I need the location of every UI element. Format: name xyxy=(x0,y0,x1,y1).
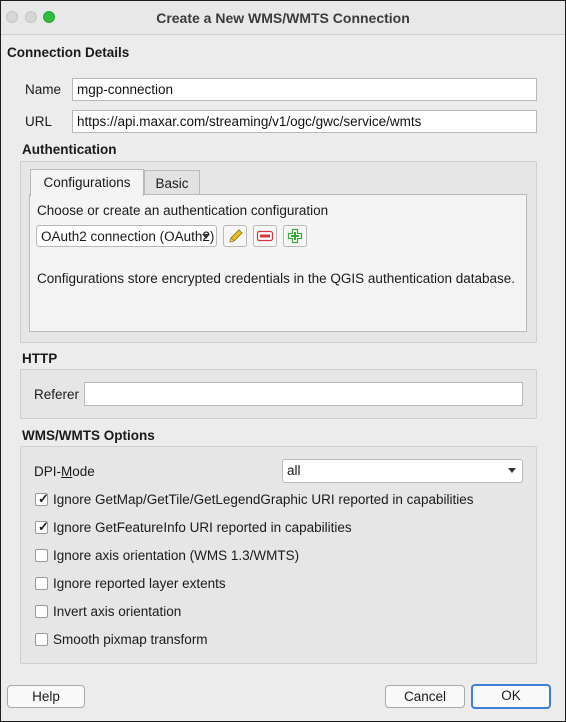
ignore-getmap-uri-checkbox[interactable]: ✓ xyxy=(35,491,49,506)
referer-input[interactable] xyxy=(84,382,523,406)
ignore-axis-orientation-checkbox[interactable] xyxy=(35,549,48,562)
wms-options-heading: WMS/WMTS Options xyxy=(22,428,155,443)
smooth-pixmap-transform-label: Smooth pixmap transform xyxy=(53,632,208,647)
add-config-button[interactable] xyxy=(283,225,307,247)
plus-icon xyxy=(287,228,303,244)
auth-info-text: Configurations store encrypted credentia… xyxy=(37,271,516,286)
dpi-mode-label-start: DPI- xyxy=(34,464,61,479)
ignore-getmap-uri-checkbox-row[interactable]: ✓ Ignore GetMap/GetTile/GetLegendGraphic… xyxy=(34,491,524,513)
auth-config-select-value: OAuth2 connection (OAuth2) xyxy=(41,229,215,244)
chevron-down-icon xyxy=(508,468,516,473)
http-heading: HTTP xyxy=(22,351,58,366)
dpi-mode-label: DPI-Mode xyxy=(34,464,95,479)
ignore-layer-extents-checkbox[interactable] xyxy=(35,577,48,590)
remove-config-button[interactable] xyxy=(253,225,277,247)
ignore-getfeatureinfo-uri-checkbox[interactable]: ✓ xyxy=(35,519,49,534)
invert-axis-orientation-checkbox-row[interactable]: Invert axis orientation xyxy=(34,603,524,625)
name-input[interactable]: mgp-connection xyxy=(72,78,537,101)
dpi-mode-select-value: all xyxy=(287,463,301,478)
tab-basic[interactable]: Basic xyxy=(144,170,200,195)
pencil-icon xyxy=(229,229,243,243)
check-icon: ✓ xyxy=(38,519,49,534)
dpi-mode-label-accelerator: M xyxy=(61,464,73,479)
referer-label: Referer xyxy=(34,387,80,402)
ignore-layer-extents-label: Ignore reported layer extents xyxy=(53,576,226,591)
url-input[interactable]: https://api.maxar.com/streaming/v1/ogc/g… xyxy=(72,110,537,133)
smooth-pixmap-transform-checkbox-row[interactable]: Smooth pixmap transform xyxy=(34,631,524,653)
choose-auth-config-text: Choose or create an authentication confi… xyxy=(37,203,329,218)
cancel-button[interactable]: Cancel xyxy=(385,685,465,708)
ignore-layer-extents-checkbox-row[interactable]: Ignore reported layer extents xyxy=(34,575,524,597)
edit-config-button[interactable] xyxy=(223,225,247,247)
ignore-axis-orientation-label: Ignore axis orientation (WMS 1.3/WMTS) xyxy=(53,548,300,563)
name-label: Name xyxy=(25,82,62,97)
connection-details-heading: Connection Details xyxy=(7,45,130,60)
ignore-axis-orientation-checkbox-row[interactable]: Ignore axis orientation (WMS 1.3/WMTS) xyxy=(34,547,524,569)
invert-axis-orientation-label: Invert axis orientation xyxy=(53,604,182,619)
ok-button[interactable]: OK xyxy=(471,684,551,709)
ignore-getfeatureinfo-uri-checkbox-row[interactable]: ✓ Ignore GetFeatureInfo URI reported in … xyxy=(34,519,524,541)
authentication-heading: Authentication xyxy=(22,142,117,157)
ignore-getmap-uri-label: Ignore GetMap/GetTile/GetLegendGraphic U… xyxy=(53,492,474,507)
dpi-mode-select[interactable]: all xyxy=(282,459,523,483)
check-icon: ✓ xyxy=(38,491,49,506)
help-button[interactable]: Help xyxy=(7,685,85,708)
ignore-getfeatureinfo-uri-label: Ignore GetFeatureInfo URI reported in ca… xyxy=(53,520,352,535)
invert-axis-orientation-checkbox[interactable] xyxy=(35,605,48,618)
chevron-down-icon xyxy=(202,234,210,239)
dialog-window: Create a New WMS/WMTS Connection Connect… xyxy=(0,0,566,722)
tab-configurations[interactable]: Configurations xyxy=(30,169,144,196)
minus-icon xyxy=(256,230,274,242)
auth-config-select[interactable]: OAuth2 connection (OAuth2) xyxy=(36,225,217,247)
title-bar: Create a New WMS/WMTS Connection xyxy=(1,1,565,35)
smooth-pixmap-transform-checkbox[interactable] xyxy=(35,633,48,646)
dpi-mode-label-end: ode xyxy=(72,464,95,479)
window-title: Create a New WMS/WMTS Connection xyxy=(156,10,410,26)
url-label: URL xyxy=(25,114,53,129)
